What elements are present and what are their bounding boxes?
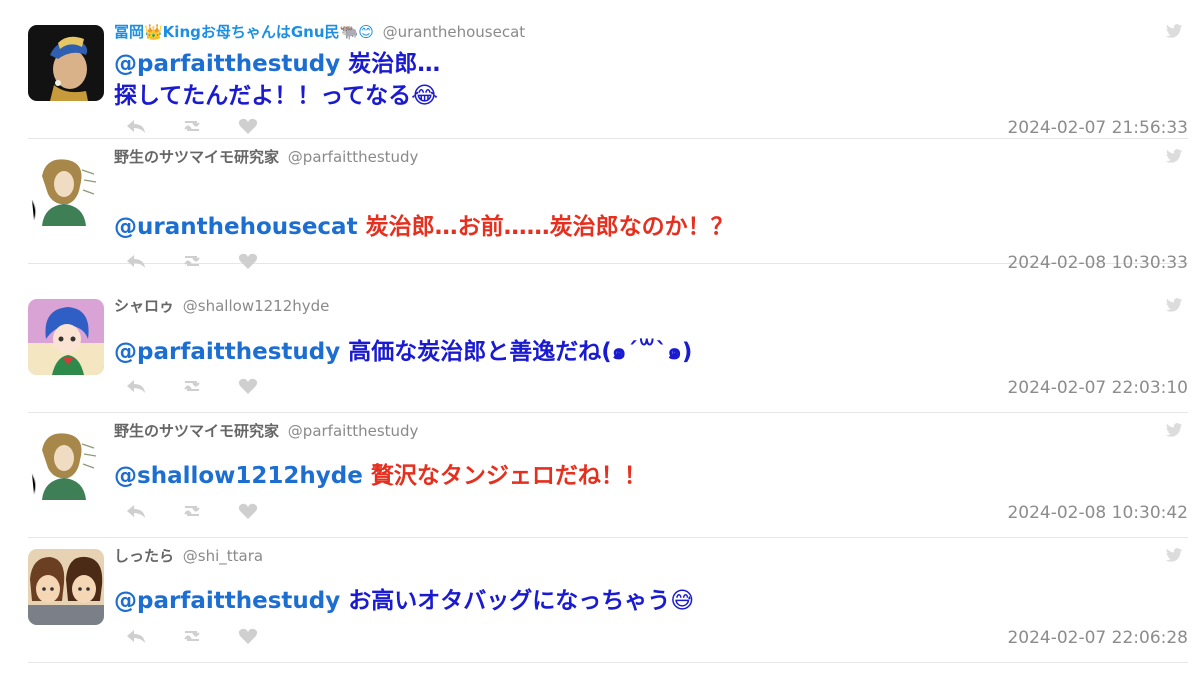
tweet-text: @parfaitthestudy 高価な炭治郎と善逸だね(๑´꒳`๑) [114, 336, 692, 368]
twitter-bird-icon[interactable] [1164, 545, 1184, 565]
tweet-text-line: 探してたんだよ！！ってなる😂 [114, 83, 439, 109]
avatar[interactable] [28, 549, 104, 625]
heart-icon[interactable] [236, 499, 260, 523]
tweet-timeline: 冨岡👑Kingお母ちゃんはGnu民🐃😊 @uranthehousecat @pa… [0, 0, 1200, 678]
heart-icon[interactable] [236, 374, 260, 398]
reply-icon[interactable] [124, 249, 148, 273]
retweet-icon[interactable] [180, 114, 204, 138]
tweet-text-line: 高価な炭治郎と善逸だね(๑´꒳`๑) [340, 339, 693, 365]
avatar[interactable] [28, 150, 104, 226]
tweet-text: @shallow1212hyde 贅沢なタンジェロだね！！ [114, 460, 647, 492]
tweet-header: 野生のサツマイモ研究家 @parfaitthestudy [114, 147, 418, 167]
avatar[interactable] [28, 299, 104, 375]
reply-icon[interactable] [124, 624, 148, 648]
heart-icon[interactable] [236, 114, 260, 138]
display-name[interactable]: 野生のサツマイモ研究家 [114, 148, 279, 166]
heart-icon[interactable] [236, 624, 260, 648]
tweet-card: しったら @shi_ttara @parfaitthestudy お高いオタバッ… [28, 539, 1188, 663]
reply-icon[interactable] [124, 499, 148, 523]
tweet-header: シャロゥ @shallow1212hyde [114, 296, 329, 316]
retweet-icon[interactable] [180, 499, 204, 523]
user-handle[interactable]: @parfaitthestudy [288, 422, 419, 440]
tweet-card: 野生のサツマイモ研究家 @parfaitthestudy @uranthehou… [28, 140, 1188, 273]
twitter-bird-icon[interactable] [1164, 295, 1184, 315]
display-name[interactable]: しったら [114, 547, 174, 565]
timestamp[interactable]: 2024-02-07 21:56:33 [1007, 118, 1188, 138]
mention-link[interactable]: @shallow1212hyde [114, 463, 363, 489]
tweet-text-line: 贅沢なタンジェロだね！！ [362, 463, 647, 489]
display-name[interactable]: 冨岡👑Kingお母ちゃんはGnu民🐃😊 [114, 23, 374, 41]
tweet-text: @uranthehousecat 炭治郎…お前……炭治郎なのか！？ [114, 211, 734, 243]
tweet-text: @parfaitthestudy 炭治郎… 探してたんだよ！！ってなる😂 [114, 48, 440, 112]
heart-icon[interactable] [236, 249, 260, 273]
tweet-card: シャロゥ @shallow1212hyde @parfaitthestudy 高… [28, 289, 1188, 413]
tweet-text: @parfaitthestudy お高いオタバッグになっちゃう😅 [114, 585, 694, 617]
mention-link[interactable]: @uranthehousecat [114, 214, 358, 240]
tweet-card: 冨岡👑Kingお母ちゃんはGnu民🐃😊 @uranthehousecat @pa… [28, 15, 1188, 139]
tweet-text-line: 炭治郎… [340, 51, 441, 77]
timestamp[interactable]: 2024-02-07 22:03:10 [1007, 378, 1188, 398]
reply-icon[interactable] [124, 374, 148, 398]
mention-link[interactable]: @parfaitthestudy [114, 588, 340, 614]
retweet-icon[interactable] [180, 374, 204, 398]
user-handle[interactable]: @parfaitthestudy [288, 148, 419, 166]
tweet-header: 冨岡👑Kingお母ちゃんはGnu民🐃😊 @uranthehousecat [114, 22, 525, 42]
tweet-text-line: 炭治郎…お前……炭治郎なのか！？ [357, 214, 734, 240]
timestamp[interactable]: 2024-02-08 10:30:42 [1007, 503, 1188, 523]
twitter-bird-icon[interactable] [1164, 21, 1184, 41]
tweet-header: 野生のサツマイモ研究家 @parfaitthestudy [114, 421, 418, 441]
avatar[interactable] [28, 25, 104, 101]
tweet-text-line: お高いオタバッグになっちゃう😅 [340, 588, 695, 614]
display-name[interactable]: 野生のサツマイモ研究家 [114, 422, 279, 440]
twitter-bird-icon[interactable] [1164, 146, 1184, 166]
user-handle[interactable]: @shallow1212hyde [183, 297, 330, 315]
retweet-icon[interactable] [180, 249, 204, 273]
user-handle[interactable]: @uranthehousecat [383, 23, 526, 41]
mention-link[interactable]: @parfaitthestudy [114, 51, 340, 77]
retweet-icon[interactable] [180, 624, 204, 648]
tweet-header: しったら @shi_ttara [114, 546, 263, 566]
timestamp[interactable]: 2024-02-08 10:30:33 [1007, 253, 1188, 273]
twitter-bird-icon[interactable] [1164, 420, 1184, 440]
display-name[interactable]: シャロゥ [114, 297, 174, 315]
reply-icon[interactable] [124, 114, 148, 138]
mention-link[interactable]: @parfaitthestudy [114, 339, 340, 365]
tweet-card: 野生のサツマイモ研究家 @parfaitthestudy @shallow121… [28, 414, 1188, 538]
user-handle[interactable]: @shi_ttara [183, 547, 263, 565]
timestamp[interactable]: 2024-02-07 22:06:28 [1007, 628, 1188, 648]
avatar[interactable] [28, 424, 104, 500]
